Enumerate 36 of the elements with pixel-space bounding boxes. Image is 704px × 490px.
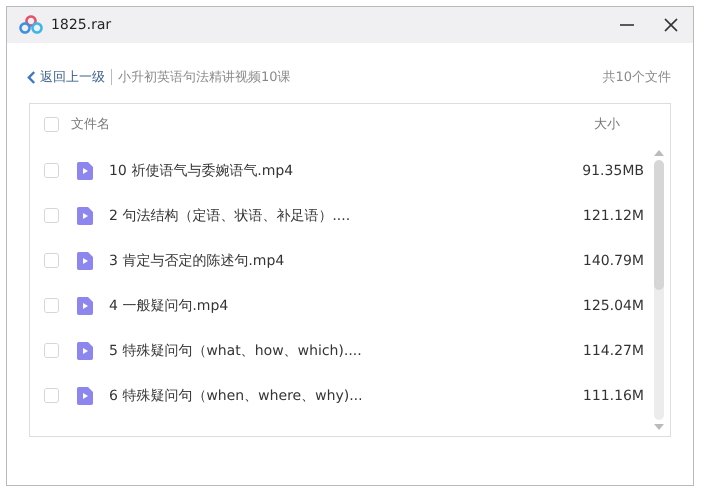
file-name[interactable]: 5 特殊疑问句（what、how、which).... — [109, 342, 564, 360]
video-file-icon — [77, 296, 93, 314]
scroll-down-icon[interactable] — [654, 424, 664, 430]
file-size: 114.27M — [582, 342, 644, 358]
scroll-up-icon[interactable] — [654, 150, 664, 156]
file-size: 111.16M — [582, 388, 644, 404]
video-file-icon — [77, 162, 93, 180]
file-name[interactable]: 10 祈使语气与委婉语气.mp4 — [109, 162, 564, 180]
file-count: 共10个文件 — [602, 69, 671, 86]
file-name[interactable]: 3 肯定与否定的陈述句.mp4 — [109, 252, 564, 270]
file-size: 91.35MB — [581, 162, 644, 178]
window-title: 1825.rar — [51, 17, 112, 33]
video-file-icon — [77, 386, 93, 404]
folder-path: 小升初英语句法精讲视频10课 — [118, 69, 291, 86]
row-checkbox[interactable] — [44, 163, 59, 178]
row-checkbox[interactable] — [44, 388, 59, 403]
file-name[interactable]: 6 特殊疑问句（when、where、why)... — [109, 386, 564, 404]
video-file-icon — [77, 252, 93, 270]
row-checkbox[interactable] — [44, 343, 59, 358]
file-size: 121.12M — [582, 208, 644, 224]
column-header: 文件名 — [71, 116, 111, 133]
select-all-checkbox[interactable] — [44, 116, 59, 132]
video-file-icon — [77, 206, 93, 224]
file-size: 125.04M — [582, 298, 644, 314]
file-name[interactable]: 4 一般疑问句.mp4 — [109, 296, 564, 314]
chevron-left-icon — [27, 70, 36, 84]
video-file-icon — [77, 342, 93, 360]
row-checkbox[interactable] — [44, 298, 59, 313]
row-checkbox[interactable] — [44, 253, 59, 268]
file-size: 140.79M — [582, 252, 644, 268]
row-checkbox[interactable] — [44, 208, 59, 223]
cloud-logo-icon — [19, 15, 43, 35]
back-link[interactable]: 返回上一级 — [27, 68, 105, 86]
file-name[interactable]: 2 句法结构（定语、状语、补足语）.... — [109, 206, 564, 224]
column-header: 大小 — [594, 116, 621, 133]
close-icon[interactable] — [663, 17, 679, 33]
